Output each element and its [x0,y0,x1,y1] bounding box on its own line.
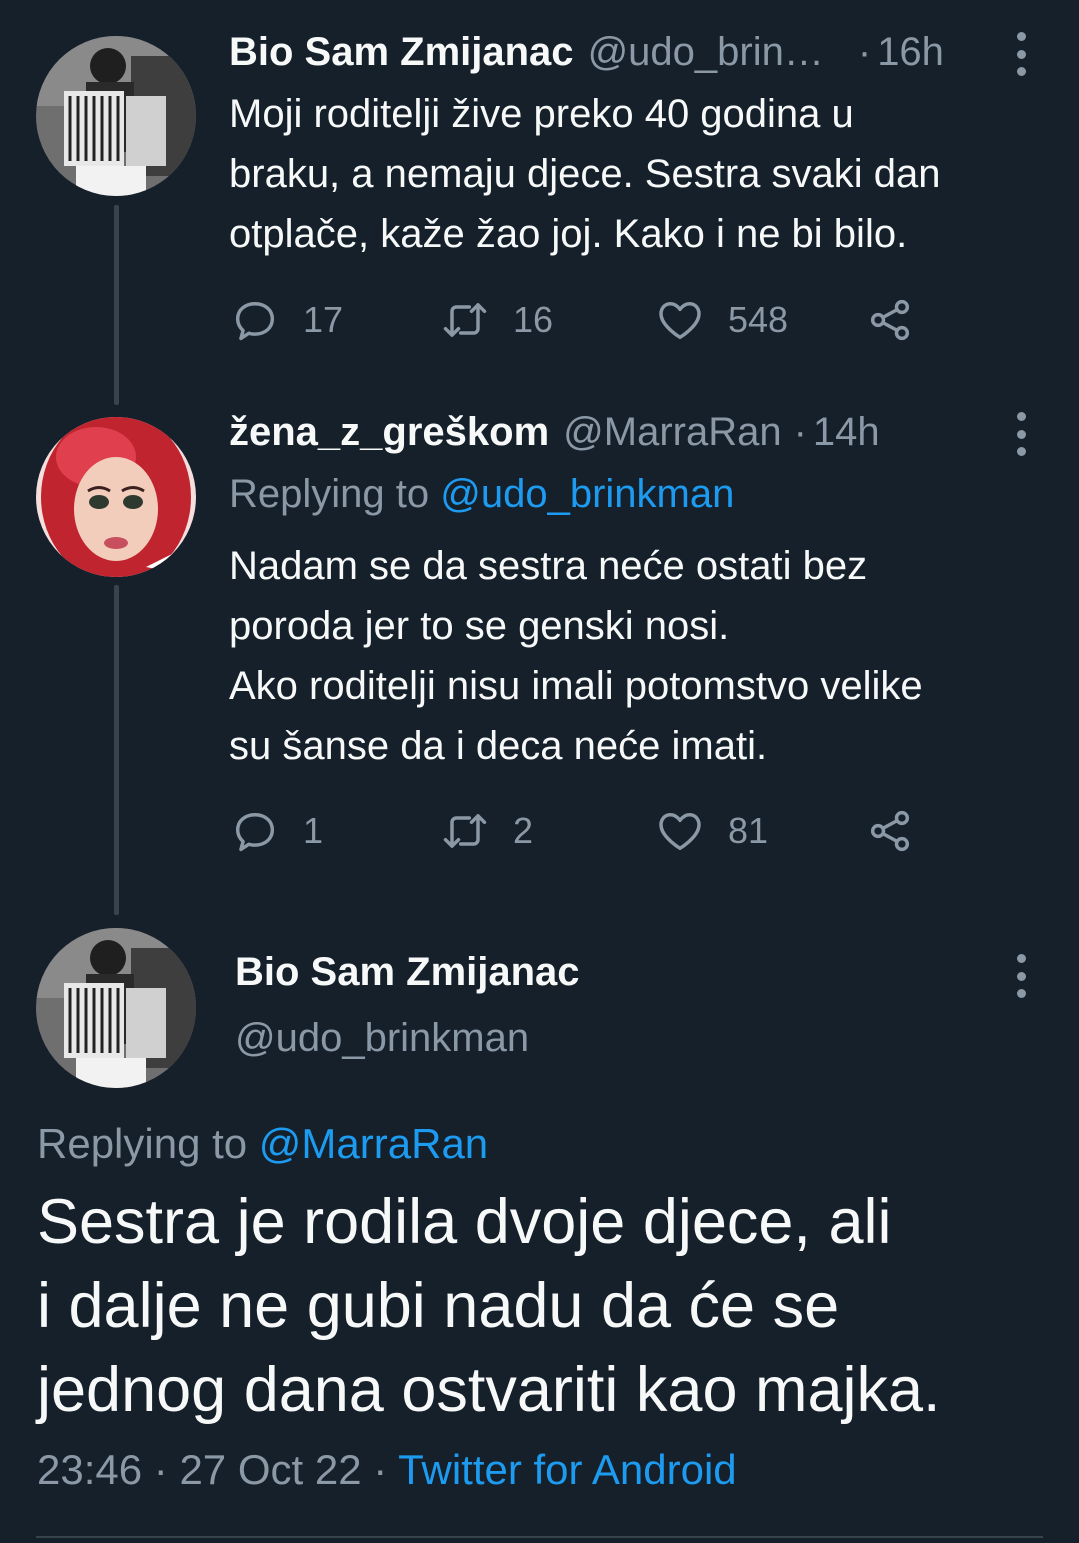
more-icon[interactable] [1011,954,1031,998]
separator: · [373,1446,388,1493]
avatar[interactable] [36,417,196,577]
separator: · [793,409,807,454]
reply-icon [235,302,275,341]
replying-to-label: Replying to [229,472,430,516]
avatar-red-hair-image [36,417,196,577]
tweet-source[interactable]: Twitter for Android [398,1446,736,1493]
tweet-text: Nadam se da sestra neće ostati bez porod… [229,544,923,768]
like-icon [659,302,701,340]
share-button[interactable] [864,295,916,345]
avatar[interactable] [36,36,196,196]
timestamp[interactable]: 14h [813,410,880,455]
tweet-metadata: 23:46 · 27 Oct 22 · Twitter for Android [37,1446,737,1494]
more-icon[interactable] [1011,412,1031,456]
retweet-icon [443,303,487,337]
like-icon [659,813,701,851]
display-name[interactable]: Bio Sam Zmijanac [235,950,580,995]
like-button[interactable]: 548 [654,295,788,345]
tweet-date[interactable]: 27 Oct 22 [179,1446,361,1493]
retweet-count: 2 [513,810,534,851]
display-name[interactable]: Bio Sam Zmijanac [229,30,574,75]
thread-line [114,585,119,915]
retweet-button[interactable]: 2 [439,806,533,856]
divider [36,1536,1043,1538]
separator: · [857,29,872,74]
username[interactable]: @udo_brinkman [235,1016,529,1061]
replying-to-label: Replying to [37,1120,248,1167]
share-button[interactable] [864,806,916,856]
tweet-header: Bio Sam Zmijanac @udo_brin… · 16h [229,22,1039,82]
replying-to: Replying to @MarraRan [37,1120,488,1168]
reply-count: 1 [303,810,324,851]
tweet-text: Sestra je rodila dvoje djece, ali i dalj… [37,1187,941,1425]
timestamp[interactable]: 16h [877,30,944,75]
thread-line [114,205,119,405]
separator: · [153,1446,168,1493]
tweet-text: Moji roditelji žive preko 40 godina u br… [229,92,941,256]
replying-to-link[interactable]: @udo_brinkman [440,472,734,516]
retweet-button[interactable]: 16 [439,295,553,345]
username[interactable]: @udo_brin… [588,30,824,75]
tweet-header: žena_z_greškom @MarraRan · 14h [229,402,1039,462]
replying-to: Replying to @udo_brinkman [229,472,734,517]
share-icon [870,299,910,341]
reply-icon [235,813,275,852]
display-name[interactable]: žena_z_greškom [229,410,549,455]
reply-button[interactable]: 1 [229,806,323,856]
username[interactable]: @MarraRan [563,410,781,455]
more-icon[interactable] [1011,32,1031,76]
share-icon [870,810,910,852]
replying-to-link[interactable]: @MarraRan [259,1120,488,1167]
reply-button[interactable]: 17 [229,295,343,345]
retweet-count: 16 [513,299,554,340]
avatar[interactable] [36,928,196,1088]
like-count: 81 [728,810,769,851]
avatar-accordion-player-image [36,928,196,1088]
retweet-icon [443,814,487,848]
like-count: 548 [728,299,789,340]
tweet-time[interactable]: 23:46 [37,1446,142,1493]
avatar-accordion-player-image [36,36,196,196]
like-button[interactable]: 81 [654,806,768,856]
reply-count: 17 [303,299,344,340]
